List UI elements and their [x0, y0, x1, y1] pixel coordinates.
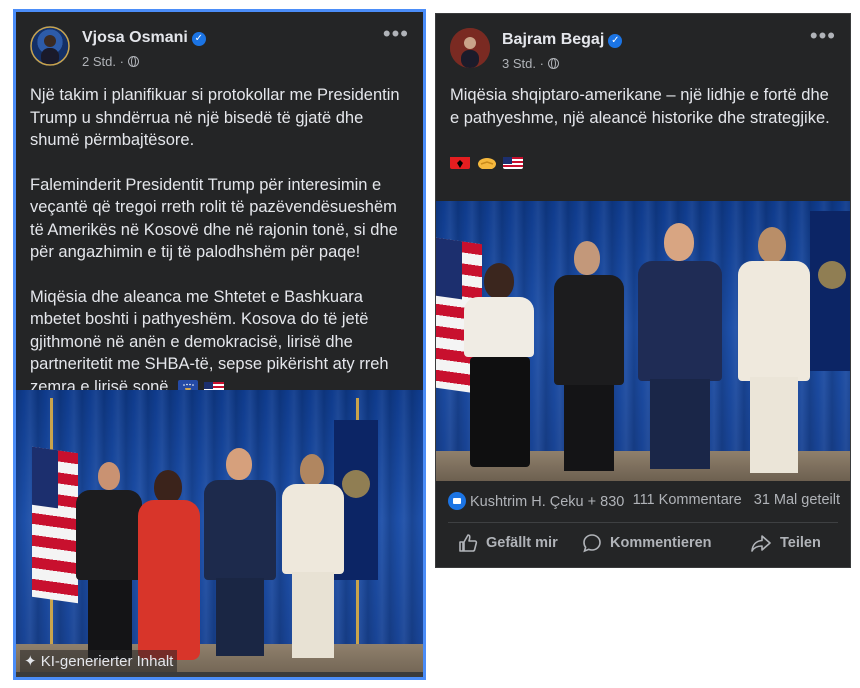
- post-card-osmani: Vjosa Osmani ✓ 2 Std. · ••• Një takim i p…: [13, 9, 426, 680]
- comments-count[interactable]: 111 Kommentare: [633, 492, 742, 508]
- avatar[interactable]: [450, 28, 490, 68]
- like-label: Gefällt mir: [486, 535, 558, 551]
- comment-icon: [583, 534, 601, 553]
- globe-icon: [127, 56, 139, 67]
- share-icon: [751, 535, 771, 552]
- post-text: Një takim i planifikuar si protokollar m…: [30, 84, 407, 398]
- post-time[interactable]: 3 Std.: [502, 56, 536, 71]
- post-photo[interactable]: [436, 201, 850, 481]
- thumbs-up-icon: [459, 534, 478, 552]
- post-paragraph: Një takim i planifikuar si protokollar m…: [30, 86, 400, 149]
- post-meta: 3 Std. ·: [502, 56, 559, 71]
- like-reaction-icon: [448, 492, 466, 510]
- us-flag-icon: [503, 155, 524, 169]
- reactions-count[interactable]: Kushtrim H. Çeku + 830: [448, 492, 624, 510]
- albania-flag-icon: [450, 155, 470, 169]
- post-meta: 2 Std. ·: [82, 54, 139, 69]
- shares-count[interactable]: 31 Mal geteilt: [754, 492, 840, 508]
- comment-label: Kommentieren: [610, 535, 712, 551]
- divider: [448, 522, 838, 523]
- post-photo[interactable]: ✦ KI-generierter Inhalt: [16, 390, 423, 677]
- like-button[interactable]: Gefällt mir: [458, 528, 558, 558]
- avatar[interactable]: [30, 26, 70, 66]
- post-paragraph: Faleminderit Presidentit Trump për inter…: [30, 175, 398, 262]
- author-name[interactable]: Bajram Begaj ✓: [502, 31, 623, 49]
- reactions-summary: Kushtrim H. Çeku + 830 111 Kommentare 31…: [448, 492, 840, 512]
- ai-generated-label: ✦ KI-generierter Inhalt: [20, 650, 178, 672]
- share-label: Teilen: [780, 535, 821, 551]
- verified-badge-icon: ✓: [191, 32, 206, 46]
- post-card-begaj: Bajram Begaj ✓ 3 Std. · ••• Miqësia shqip…: [435, 13, 851, 568]
- handshake-emoji-icon: [477, 155, 497, 169]
- more-options-icon[interactable]: •••: [383, 23, 409, 45]
- post-text: Miqësia shqiptaro-amerikane – një lidhje…: [450, 84, 834, 174]
- post-time[interactable]: 2 Std.: [82, 54, 116, 69]
- globe-icon: [547, 58, 559, 69]
- verified-badge-icon: ✓: [608, 34, 623, 48]
- comment-button[interactable]: Kommentieren: [582, 528, 712, 558]
- post-paragraph: Miqësia shqiptaro-amerikane – një lidhje…: [450, 86, 830, 127]
- post-header: Bajram Begaj ✓ 3 Std. · •••: [436, 14, 850, 82]
- share-button[interactable]: Teilen: [750, 528, 821, 558]
- post-actions: Gefällt mir Kommentieren Teilen: [436, 528, 850, 558]
- post-header: Vjosa Osmani ✓ 2 Std. · •••: [16, 12, 423, 80]
- more-options-icon[interactable]: •••: [810, 25, 836, 47]
- author-name[interactable]: Vjosa Osmani ✓: [82, 29, 206, 47]
